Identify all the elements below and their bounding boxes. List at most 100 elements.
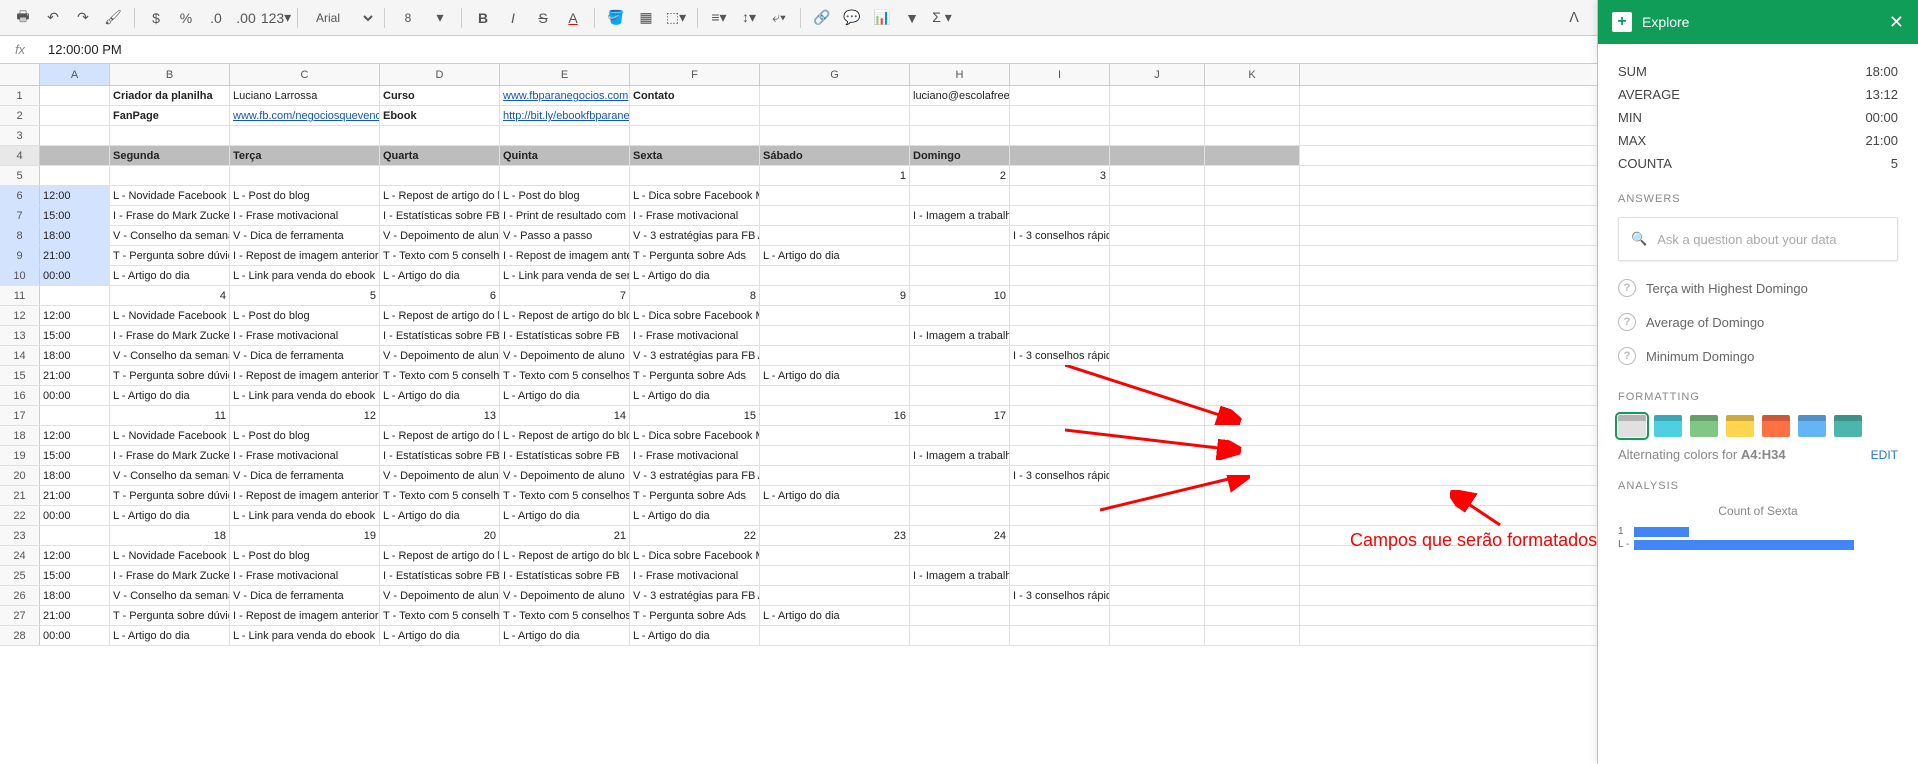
cell[interactable]	[40, 166, 110, 185]
cell[interactable]: I - Frase do Mark Zuckerber	[110, 326, 230, 345]
cell[interactable]	[1010, 486, 1110, 505]
cell[interactable]: I - Frase motivacional	[630, 206, 760, 225]
cell[interactable]: Contato	[630, 86, 760, 105]
cell[interactable]: L - Novidade Facebook	[110, 426, 230, 445]
cell[interactable]: T - Texto com 5 conselhos	[380, 366, 500, 385]
cell[interactable]	[760, 306, 910, 325]
cell[interactable]	[1010, 566, 1110, 585]
row-header[interactable]: 1	[0, 86, 40, 105]
cell[interactable]: L - Repost de artigo do blo	[380, 186, 500, 205]
cell[interactable]: Segunda	[110, 146, 230, 165]
cell[interactable]: L - Artigo do dia	[110, 626, 230, 645]
cell[interactable]: T - Pergunta sobre Ads	[630, 486, 760, 505]
cell[interactable]: V - Conselho da semana	[110, 346, 230, 365]
undo-icon[interactable]: ↶	[40, 5, 66, 31]
cell[interactable]	[1110, 166, 1205, 185]
answer-item[interactable]: ?Minimum Domingo	[1618, 339, 1898, 373]
cell[interactable]: I - Imagem a trabalhar	[910, 446, 1010, 465]
text-color-icon[interactable]: A	[560, 5, 586, 31]
cell[interactable]: L - Artigo do dia	[630, 386, 760, 405]
cell[interactable]	[110, 166, 230, 185]
row-header[interactable]: 22	[0, 506, 40, 525]
cell[interactable]	[500, 126, 630, 145]
cell[interactable]: L - Artigo do dia	[380, 506, 500, 525]
cell[interactable]	[910, 606, 1010, 625]
cell[interactable]	[1010, 86, 1110, 105]
cell[interactable]: 21:00	[40, 606, 110, 625]
cell[interactable]	[1110, 266, 1205, 285]
cell[interactable]: luciano@escolafreelancer.com	[910, 86, 1010, 105]
row-header[interactable]: 18	[0, 426, 40, 445]
cell[interactable]	[1205, 526, 1300, 545]
cell[interactable]	[910, 186, 1010, 205]
cell[interactable]	[910, 466, 1010, 485]
edit-link[interactable]: EDIT	[1871, 448, 1898, 462]
cell[interactable]	[910, 226, 1010, 245]
cell[interactable]	[910, 346, 1010, 365]
cell[interactable]	[1205, 246, 1300, 265]
cell[interactable]	[910, 366, 1010, 385]
answer-item[interactable]: ?Terça with Highest Domingo	[1618, 271, 1898, 305]
cell[interactable]: 15:00	[40, 206, 110, 225]
cell[interactable]	[1205, 366, 1300, 385]
row-header[interactable]: 13	[0, 326, 40, 345]
cell[interactable]	[910, 126, 1010, 145]
cell[interactable]	[910, 586, 1010, 605]
cell[interactable]	[1010, 546, 1110, 565]
filter-icon[interactable]: ▼	[899, 5, 925, 31]
cell[interactable]	[630, 126, 760, 145]
borders-icon[interactable]: ▦	[633, 5, 659, 31]
cell[interactable]	[910, 386, 1010, 405]
row-header[interactable]: 24	[0, 546, 40, 565]
cell[interactable]	[1205, 466, 1300, 485]
cell[interactable]	[1010, 246, 1110, 265]
cell[interactable]	[110, 126, 230, 145]
cell[interactable]	[40, 126, 110, 145]
col-header-C[interactable]: C	[230, 64, 380, 85]
cell[interactable]: I - Repost de imagem anterior	[230, 486, 380, 505]
cell[interactable]	[1205, 126, 1300, 145]
cell[interactable]: V - Depoimento de aluno	[500, 346, 630, 365]
ask-input[interactable]: 🔍 Ask a question about your data	[1618, 217, 1898, 261]
cell[interactable]: I - Estatísticas sobre FB	[380, 566, 500, 585]
row-header[interactable]: 21	[0, 486, 40, 505]
cell[interactable]	[760, 546, 910, 565]
cell[interactable]	[1205, 206, 1300, 225]
cell[interactable]: I - 3 conselhos rápidos	[1010, 586, 1110, 605]
row-header[interactable]: 16	[0, 386, 40, 405]
close-icon[interactable]: ✕	[1889, 12, 1904, 33]
cell[interactable]: T - Pergunta sobre Ads	[630, 606, 760, 625]
cell[interactable]	[1110, 546, 1205, 565]
cell[interactable]: 15:00	[40, 446, 110, 465]
cell[interactable]: L - Dica sobre Facebook Marketing	[630, 306, 760, 325]
cell[interactable]	[1110, 286, 1205, 305]
cell[interactable]: V - Depoimento de aluno	[380, 586, 500, 605]
row-header[interactable]: 2	[0, 106, 40, 125]
decimal-increase-icon[interactable]: .00	[233, 5, 259, 31]
cell[interactable]	[1110, 386, 1205, 405]
cell[interactable]: 23	[760, 526, 910, 545]
cell[interactable]	[760, 106, 910, 125]
cell[interactable]	[910, 426, 1010, 445]
cell[interactable]: 12:00	[40, 546, 110, 565]
cell[interactable]	[1110, 226, 1205, 245]
row-header[interactable]: 5	[0, 166, 40, 185]
cell[interactable]	[760, 426, 910, 445]
cell[interactable]	[760, 226, 910, 245]
cell[interactable]	[760, 466, 910, 485]
cell[interactable]: L - Repost de artigo do blo	[380, 306, 500, 325]
cell[interactable]	[1010, 606, 1110, 625]
cell[interactable]: L - Artigo do dia	[630, 266, 760, 285]
grid[interactable]: ABCDEFGHIJK 1Criador da planilhaLuciano …	[0, 64, 1597, 764]
cell[interactable]: T - Pergunta sobre Ads	[630, 246, 760, 265]
cell[interactable]	[760, 586, 910, 605]
row-header[interactable]: 8	[0, 226, 40, 245]
cell[interactable]: V - Depoimento de aluno	[500, 466, 630, 485]
cell[interactable]: I - Frase motivacional	[230, 446, 380, 465]
cell[interactable]: Sexta	[630, 146, 760, 165]
cell[interactable]: V - Conselho da semana	[110, 466, 230, 485]
cell[interactable]: T - Pergunta sobre dúvidas	[110, 606, 230, 625]
select-all-corner[interactable]	[0, 64, 40, 85]
cell[interactable]: V - Conselho da semana	[110, 226, 230, 245]
cell[interactable]: L - Repost de artigo do blo	[380, 546, 500, 565]
